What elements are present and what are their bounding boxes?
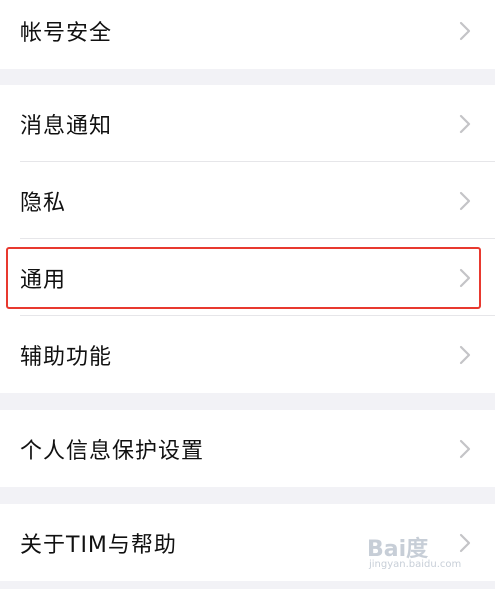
settings-item-label: 消息通知 — [20, 113, 113, 139]
settings-item-label: 辅助功能 — [20, 344, 113, 370]
settings-screen: 帐号安全 消息通知 隐私 通用 辅助功能 个人信息保护设置 关于TIM与帮助 B… — [0, 0, 495, 589]
baidu-watermark: Bai度 jingyan.baidu.com — [367, 529, 477, 575]
settings-item-notifications[interactable]: 消息通知 — [0, 85, 495, 162]
settings-item-label: 隐私 — [20, 190, 67, 216]
settings-item-label: 通用 — [20, 267, 67, 293]
settings-item-label: 关于TIM与帮助 — [20, 532, 177, 558]
settings-item-label: 个人信息保护设置 — [20, 438, 205, 464]
settings-item-personal-info-protection[interactable]: 个人信息保护设置 — [0, 410, 495, 487]
settings-group-account: 帐号安全 — [0, 0, 495, 69]
chevron-right-icon — [459, 114, 471, 134]
chevron-right-icon — [459, 345, 471, 365]
settings-item-label: 帐号安全 — [20, 20, 113, 46]
settings-item-general[interactable]: 通用 — [0, 239, 495, 316]
settings-item-account-security[interactable]: 帐号安全 — [0, 0, 495, 69]
chevron-right-icon — [459, 268, 471, 288]
settings-group-privacy-protection: 个人信息保护设置 — [0, 410, 495, 487]
settings-item-accessibility[interactable]: 辅助功能 — [0, 316, 495, 393]
settings-item-privacy[interactable]: 隐私 — [0, 162, 495, 239]
watermark-url: jingyan.baidu.com — [369, 559, 462, 570]
settings-group-main: 消息通知 隐私 通用 辅助功能 — [0, 85, 495, 393]
chevron-right-icon — [459, 191, 471, 211]
chevron-right-icon — [459, 21, 471, 41]
chevron-right-icon — [459, 439, 471, 459]
